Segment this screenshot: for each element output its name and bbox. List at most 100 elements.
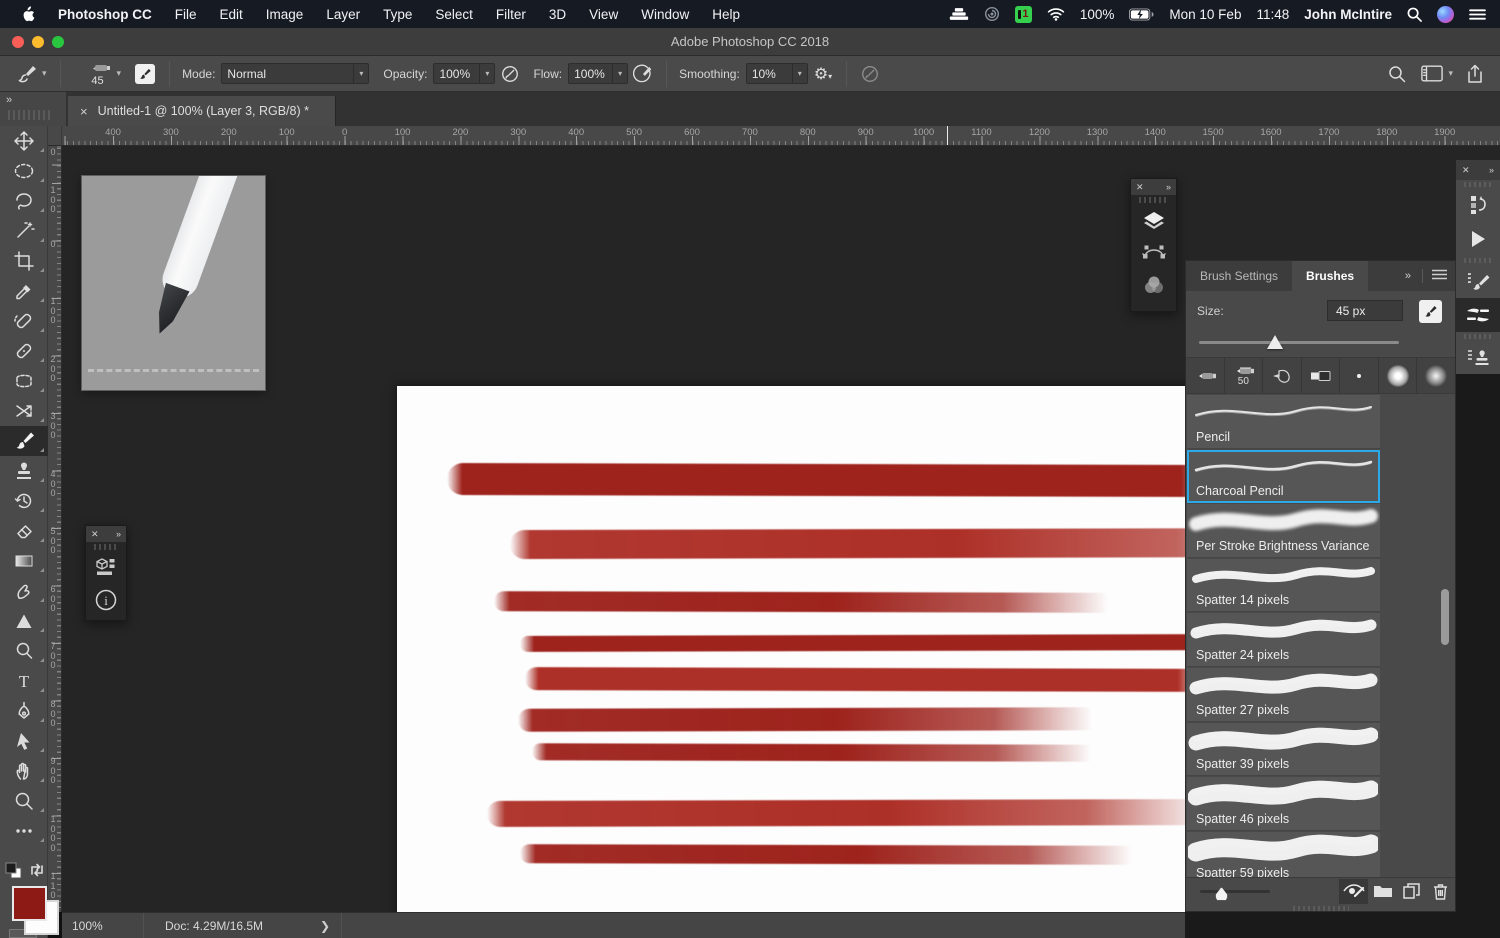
ruler-corner[interactable] bbox=[48, 126, 62, 146]
menu-edit[interactable]: Edit bbox=[220, 7, 243, 22]
layers-panel-icon[interactable] bbox=[1131, 205, 1176, 237]
document-tab[interactable]: × Untitled-1 @ 100% (Layer 3, RGB/8) * bbox=[68, 96, 336, 126]
brush-item-spatter-24-pixels[interactable]: Spatter 24 pixels bbox=[1187, 613, 1380, 667]
zoom-level-field[interactable]: 100% bbox=[72, 919, 103, 933]
share-icon[interactable] bbox=[1466, 64, 1484, 84]
foreground-color-swatch[interactable] bbox=[12, 886, 47, 921]
size-pressure-icon[interactable] bbox=[860, 64, 880, 84]
menu-window[interactable]: Window bbox=[641, 7, 689, 22]
pen-tool[interactable] bbox=[0, 696, 48, 726]
toggle-stroke-preview-button[interactable] bbox=[1339, 879, 1368, 904]
panel-close-icon[interactable]: ✕ bbox=[91, 529, 99, 540]
panel-expand-icon[interactable]: » bbox=[116, 529, 121, 539]
airbrush-icon[interactable] bbox=[633, 64, 653, 84]
menu-3d[interactable]: 3D bbox=[549, 7, 566, 22]
panel-menu-icon[interactable] bbox=[1422, 269, 1447, 283]
menu-help[interactable]: Help bbox=[712, 7, 740, 22]
search-icon[interactable] bbox=[1388, 65, 1406, 83]
panel-close-icon[interactable]: ✕ bbox=[1136, 182, 1144, 193]
tab-brushes[interactable]: Brushes bbox=[1292, 261, 1368, 291]
slider-thumb[interactable] bbox=[1267, 335, 1283, 349]
dodge-tool[interactable] bbox=[0, 636, 48, 666]
panel-resize-grip[interactable] bbox=[1186, 904, 1455, 912]
zoom-window-button[interactable] bbox=[52, 36, 64, 48]
close-window-button[interactable] bbox=[12, 36, 24, 48]
stroke-preview-slider[interactable] bbox=[1200, 890, 1270, 893]
brush-settings-panel-icon[interactable] bbox=[1456, 264, 1500, 298]
actions-panel-icon[interactable] bbox=[1456, 222, 1500, 256]
paths-panel-icon[interactable] bbox=[1131, 237, 1176, 269]
menu-photoshop-cc[interactable]: Photoshop CC bbox=[58, 7, 152, 22]
dock-close-icon[interactable]: ✕ bbox=[1462, 165, 1470, 176]
brush-item-pencil[interactable]: Pencil bbox=[1187, 395, 1380, 449]
status-expand-icon[interactable]: ❯ bbox=[320, 919, 330, 933]
menu-file[interactable]: File bbox=[175, 7, 197, 22]
recent-brush-softer-round[interactable] bbox=[1417, 358, 1455, 393]
clone-source-panel-icon[interactable] bbox=[1456, 340, 1500, 374]
brush-item-spatter-46-pixels[interactable]: Spatter 46 pixels bbox=[1187, 777, 1380, 831]
collapse-panels-icon[interactable]: » bbox=[6, 94, 13, 106]
properties-panel-icon[interactable] bbox=[86, 552, 126, 584]
channels-panel-icon[interactable] bbox=[1131, 269, 1176, 301]
gradient-tool[interactable] bbox=[0, 546, 48, 576]
brush-tool-preset-icon[interactable]: ▾ bbox=[16, 63, 47, 85]
flow-select[interactable]: 100%▾ bbox=[568, 63, 628, 84]
patch-tool[interactable] bbox=[0, 366, 48, 396]
brush-settings-toggle-button[interactable] bbox=[1419, 300, 1442, 323]
recent-brush-soft-round[interactable] bbox=[1379, 358, 1418, 393]
brush-preset-picker[interactable]: 45 bbox=[85, 62, 111, 86]
close-tab-icon[interactable]: × bbox=[80, 104, 88, 119]
brush-size-slider[interactable] bbox=[1186, 333, 1455, 353]
menu-view[interactable]: View bbox=[589, 7, 618, 22]
healing-brush-tool[interactable] bbox=[0, 336, 48, 366]
tab-brush-settings[interactable]: Brush Settings bbox=[1186, 261, 1292, 291]
history-panel-icon[interactable] bbox=[1456, 188, 1500, 222]
move-tool[interactable] bbox=[0, 126, 48, 156]
siri-icon[interactable] bbox=[1437, 6, 1454, 23]
panel-collapse-icon[interactable]: » bbox=[1405, 270, 1412, 282]
menu-type[interactable]: Type bbox=[383, 7, 412, 22]
menu-filter[interactable]: Filter bbox=[496, 7, 526, 22]
wifi-icon[interactable] bbox=[1047, 7, 1065, 21]
marquee-tool[interactable] bbox=[0, 156, 48, 186]
menu-time[interactable]: 11:48 bbox=[1256, 7, 1289, 22]
swap-colors-icon[interactable] bbox=[28, 861, 46, 879]
magic-wand-tool[interactable] bbox=[0, 216, 48, 246]
opacity-select[interactable]: 100%▾ bbox=[433, 63, 495, 84]
recent-brush-airbrush[interactable] bbox=[1263, 358, 1302, 393]
history-brush-tool[interactable] bbox=[0, 486, 48, 516]
panel-expand-icon[interactable]: » bbox=[1166, 182, 1171, 192]
notification-center-icon[interactable] bbox=[1469, 8, 1486, 21]
brush-item-spatter-27-pixels[interactable]: Spatter 27 pixels bbox=[1187, 668, 1380, 722]
brush-size-input[interactable]: 45 px bbox=[1327, 300, 1403, 321]
shape-tool[interactable] bbox=[0, 606, 48, 636]
workspace-switcher-icon[interactable]: ▾ bbox=[1421, 65, 1453, 82]
content-aware-move-tool[interactable] bbox=[0, 396, 48, 426]
menu-image[interactable]: Image bbox=[266, 7, 304, 22]
document-canvas[interactable] bbox=[397, 386, 1275, 938]
toggle-brush-settings-panel-button[interactable] bbox=[135, 64, 155, 84]
menu-layer[interactable]: Layer bbox=[326, 7, 360, 22]
minimize-window-button[interactable] bbox=[32, 36, 44, 48]
keyboard-brightness-icon[interactable] bbox=[949, 7, 969, 21]
brush-item-charcoal-pencil[interactable]: Charcoal Pencil bbox=[1187, 450, 1380, 504]
eraser-tool[interactable] bbox=[0, 516, 48, 546]
dock-expand-icon[interactable]: » bbox=[1489, 165, 1494, 175]
blend-mode-select[interactable]: Normal▾ bbox=[221, 63, 369, 84]
spiral-status-icon[interactable] bbox=[984, 6, 1000, 22]
recent-brush-pencil[interactable] bbox=[1186, 358, 1225, 393]
lasso-tool[interactable] bbox=[0, 186, 48, 216]
brush-item-per-stroke-brightness-variance[interactable]: Per Stroke Brightness Variance bbox=[1187, 504, 1380, 558]
brushes-panel-icon[interactable] bbox=[1456, 298, 1500, 332]
smoothing-gear-icon[interactable]: ⚙▾ bbox=[814, 64, 832, 84]
opacity-pressure-icon[interactable] bbox=[500, 64, 520, 84]
hand-tool[interactable] bbox=[0, 756, 48, 786]
brush-item-spatter-59-pixels[interactable]: Spatter 59 pixels bbox=[1187, 832, 1380, 877]
info-panel-icon[interactable]: i bbox=[86, 584, 126, 616]
smudge-tool[interactable] bbox=[0, 576, 48, 606]
path-selection-tool[interactable] bbox=[0, 726, 48, 756]
recent-brush-hard-round[interactable] bbox=[1340, 358, 1379, 393]
horizontal-ruler[interactable]: 4003002001000100200300400500600700800900… bbox=[62, 126, 1500, 146]
vertical-ruler[interactable]: 01 0 001 0 02 0 03 0 04 0 05 0 06 0 07 0… bbox=[48, 146, 62, 912]
brush-list-scrollbar[interactable] bbox=[1441, 589, 1449, 645]
